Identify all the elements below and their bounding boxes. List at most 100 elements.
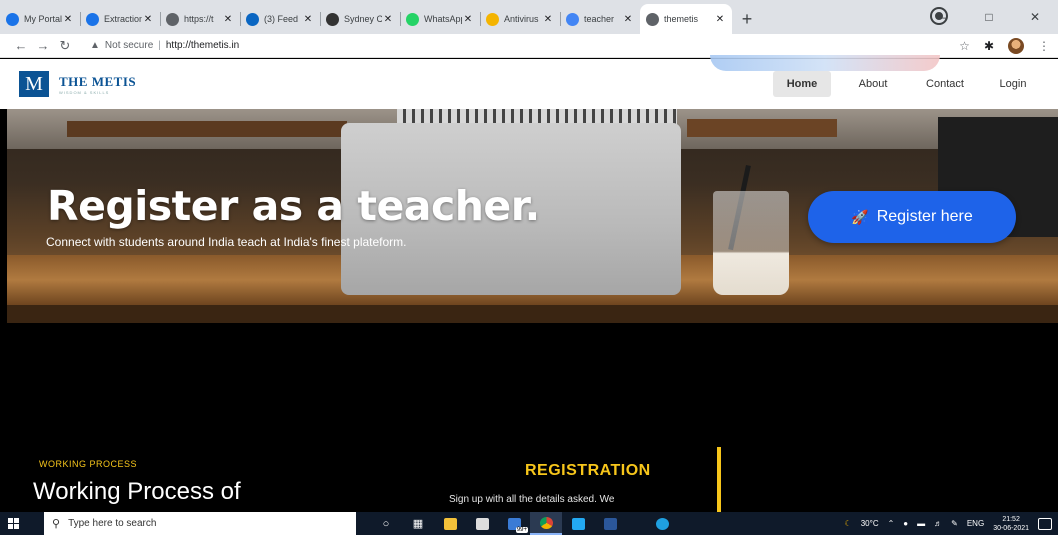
tab-title: Extraction: [104, 14, 142, 24]
logo-name: THE METIS: [59, 73, 137, 89]
file-explorer-icon[interactable]: [434, 512, 466, 535]
hero-banner: Register as a teacher. Connect with stud…: [7, 109, 1058, 323]
mail-icon[interactable]: 99+: [498, 512, 530, 535]
site-logo[interactable]: M THE METIS WISDOM & SKILLS: [19, 71, 136, 97]
address-bar[interactable]: ▲ Not secure | http://themetis.in: [90, 40, 239, 51]
weather-icon[interactable]: ☾: [845, 519, 852, 528]
clock[interactable]: 21:52 30-06-2021: [993, 515, 1029, 533]
tab-close-icon[interactable]: ✕: [62, 14, 74, 25]
edge-icon[interactable]: [646, 512, 678, 535]
cortana-icon[interactable]: ○: [370, 512, 402, 535]
register-button-label: Register here: [876, 208, 973, 225]
logo-text: THE METIS WISDOM & SKILLS: [59, 74, 136, 95]
tab-close-icon[interactable]: ✕: [142, 14, 154, 25]
nav-login[interactable]: Login: [993, 71, 1033, 97]
chrome-icon[interactable]: [530, 512, 562, 535]
register-here-button[interactable]: 🚀 Register here: [808, 191, 1016, 243]
clock-time: 21:52: [1002, 515, 1020, 523]
bookmark-star-icon[interactable]: ☆: [959, 39, 970, 53]
forward-arrow-icon[interactable]: →: [32, 38, 54, 53]
tab-title: (3) Feed: [264, 14, 299, 24]
windows-taskbar: ⚲ Type here to search ○ ▦ 99+ ☾ 30°C ⌃ ●…: [0, 512, 1058, 535]
mail-badge: 99+: [515, 527, 528, 533]
tab-favicon-icon: [166, 12, 179, 26]
hero-background-bench: [687, 119, 837, 137]
profile-avatar[interactable]: [1008, 38, 1024, 54]
menu-kebab-icon[interactable]: ⋮: [1038, 39, 1050, 53]
browser-tab[interactable]: (3) Feed ✕: [240, 4, 320, 34]
tab-favicon-icon: [566, 12, 579, 26]
logo-tagline: WISDOM & SKILLS: [59, 89, 110, 95]
search-placeholder: Type here to search: [68, 518, 157, 529]
browser-tab-strip: My Portal ✕ Extraction ✕ https://t ✕ (3) Feed ✕…: [0, 0, 1058, 34]
start-button[interactable]: [0, 512, 26, 535]
battery-icon[interactable]: ▬: [917, 519, 925, 528]
search-icon: ⚲: [52, 518, 61, 530]
maximize-button[interactable]: □: [966, 10, 1012, 24]
nav-about[interactable]: About: [849, 71, 897, 97]
working-process-section: WORKING PROCESS Working Process of REGIS…: [0, 323, 1058, 512]
tab-title: Antivirus: [504, 14, 539, 24]
registration-heading: REGISTRATION: [525, 462, 651, 479]
weather-temp[interactable]: 30°C: [861, 519, 879, 528]
browser-tab[interactable]: Extraction ✕: [80, 4, 160, 34]
browser-tab[interactable]: WhatsApp ✕: [400, 4, 480, 34]
tab-close-icon[interactable]: ✕: [302, 14, 314, 25]
main-menu: Home About Contact Login: [773, 71, 1033, 97]
extensions-puzzle-icon[interactable]: ✱: [984, 39, 994, 53]
nav-home[interactable]: Home: [773, 71, 831, 97]
tab-close-icon[interactable]: ✕: [462, 14, 474, 25]
minimize-button[interactable]: –: [920, 10, 966, 24]
windows-logo-icon: [7, 518, 19, 529]
tab-title: WhatsApp: [424, 14, 462, 24]
tab-favicon-icon: [486, 12, 499, 26]
tray-chevron-icon[interactable]: ⌃: [888, 519, 895, 528]
store-icon[interactable]: [466, 512, 498, 535]
tab-favicon-icon: [86, 12, 99, 26]
task-view-icon[interactable]: ▦: [402, 512, 434, 535]
timeline-line: [717, 447, 721, 512]
back-arrow-icon[interactable]: ←: [10, 38, 32, 53]
hero-subtitle: Connect with students around India teach…: [46, 235, 407, 249]
notification-icon[interactable]: [1038, 517, 1052, 530]
tab-title: teacher: [584, 14, 615, 24]
tab-close-icon[interactable]: ✕: [222, 14, 234, 25]
tab-favicon-icon: [646, 12, 659, 26]
new-tab-button[interactable]: +: [732, 4, 762, 34]
nav-contact[interactable]: Contact: [919, 71, 971, 97]
tab-favicon-icon: [326, 12, 339, 26]
network-icon[interactable]: ●: [903, 519, 908, 528]
pen-icon[interactable]: ✎: [951, 519, 958, 528]
reload-icon[interactable]: ↻: [54, 38, 76, 54]
word-icon[interactable]: [594, 512, 626, 535]
section-title: Working Process of: [33, 478, 241, 505]
volume-icon[interactable]: ♬: [934, 519, 942, 528]
vscode-icon[interactable]: [562, 512, 594, 535]
browser-tab[interactable]: themetis ✕: [640, 4, 732, 34]
tab-list: My Portal ✕ Extraction ✕ https://t ✕ (3) Feed ✕…: [0, 4, 732, 34]
hero-title: Register as a teacher.: [47, 182, 540, 230]
hero-desk-edge: [7, 305, 1058, 323]
tab-title: https://t: [184, 14, 214, 24]
browser-tab[interactable]: teacher ✕: [560, 4, 640, 34]
browser-tab[interactable]: My Portal ✕: [0, 4, 80, 34]
close-window-button[interactable]: ✕: [1012, 10, 1058, 24]
section-tag: WORKING PROCESS: [39, 459, 138, 469]
header-decoration: [710, 55, 940, 71]
browser-tab[interactable]: https://t ✕: [160, 4, 240, 34]
language-indicator[interactable]: ENG: [967, 519, 984, 528]
taskbar-search[interactable]: ⚲ Type here to search: [44, 512, 356, 535]
tab-close-icon[interactable]: ✕: [382, 14, 394, 25]
browser-tab[interactable]: Antivirus ✕: [480, 4, 560, 34]
tab-close-icon[interactable]: ✕: [542, 14, 554, 25]
tab-favicon-icon: [406, 12, 419, 26]
address-separator: |: [158, 40, 161, 51]
site-header: M THE METIS WISDOM & SKILLS Home About C…: [0, 55, 1058, 109]
url-text[interactable]: http://themetis.in: [166, 40, 239, 51]
rocket-icon: 🚀: [851, 208, 869, 225]
browser-tab[interactable]: Sydney C ✕: [320, 4, 400, 34]
tab-close-icon[interactable]: ✕: [622, 14, 634, 25]
taskbar-apps: ○ ▦ 99+: [370, 512, 678, 535]
logo-mark: M: [19, 71, 49, 97]
tab-close-icon[interactable]: ✕: [714, 14, 726, 25]
